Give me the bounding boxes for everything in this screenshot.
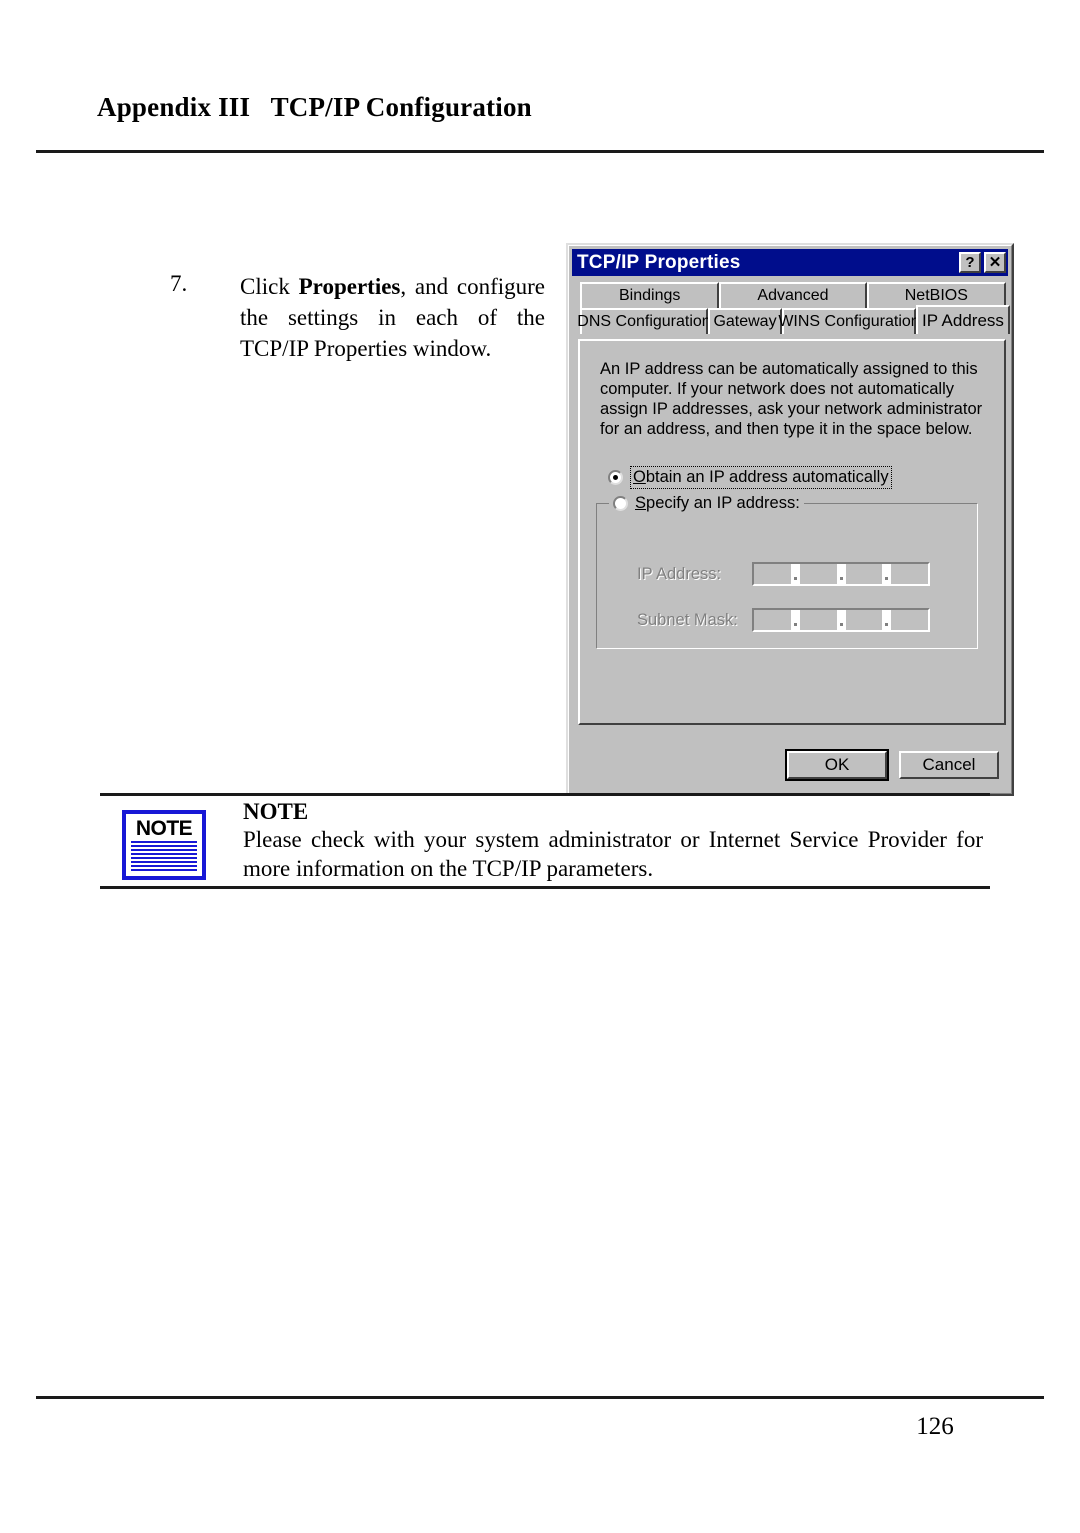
close-icon[interactable]: ✕ <box>984 252 1006 273</box>
mask-octet-3[interactable] <box>845 610 883 630</box>
tab-ip-address[interactable]: IP Address <box>916 305 1010 334</box>
note-icon: NOTE <box>122 810 206 880</box>
radio-label-obtain: Obtain an IP address automatically <box>630 466 892 489</box>
tab-advanced[interactable]: Advanced <box>719 282 867 308</box>
ip-address-field-row: IP Address: <box>637 562 930 586</box>
radio-obtain-ip-automatically[interactable]: Obtain an IP address automatically <box>608 466 892 489</box>
tab-bindings[interactable]: Bindings <box>580 282 720 308</box>
subnet-mask-input[interactable] <box>752 608 930 632</box>
radio-label-obtain-rest: btain an IP address automatically <box>645 468 889 486</box>
note-text: Please check with your system administra… <box>243 827 983 881</box>
help-icon[interactable]: ? <box>959 252 981 273</box>
ok-button[interactable]: OK <box>785 749 889 781</box>
ip-octet-3[interactable] <box>845 564 883 584</box>
dialog-inner-frame: TCP/IP Properties ? ✕ Bindings Advanced … <box>568 245 1012 794</box>
note-icon-label: NOTE <box>135 817 193 840</box>
note-divider-bottom <box>100 886 990 889</box>
ip-separator-icon <box>882 610 892 630</box>
ip-octet-1[interactable] <box>754 564 791 584</box>
radio-indicator-specify[interactable] <box>613 496 628 511</box>
ip-separator-icon <box>790 610 800 630</box>
ip-separator-icon <box>790 564 800 584</box>
radio-indicator-obtain[interactable] <box>608 470 623 485</box>
footer-divider <box>36 1396 1044 1399</box>
dialog-title: TCP/IP Properties <box>577 252 741 273</box>
step-number: 7. <box>170 271 188 296</box>
tab-row-2: DNS Configuration Gateway WINS Configura… <box>577 305 1010 334</box>
tab-wins-configuration[interactable]: WINS Configuration <box>778 308 920 334</box>
step-line1-suffix: , and configure <box>400 274 545 299</box>
tcpip-properties-dialog: TCP/IP Properties ? ✕ Bindings Advanced … <box>566 243 1014 796</box>
note-body: NOTE Please check with your system admin… <box>243 798 983 883</box>
step-line1-prefix: Click <box>240 274 299 299</box>
titlebar-buttons: ? ✕ <box>959 252 1006 273</box>
page-title: Appendix III TCP/IP Configuration <box>97 92 532 122</box>
subnet-mask-field-row: Subnet Mask: <box>637 608 930 632</box>
note-divider-top <box>100 793 990 796</box>
radio-label-obtain-mnemonic: O <box>633 468 646 486</box>
dialog-titlebar[interactable]: TCP/IP Properties ? ✕ <box>572 249 1008 276</box>
step-line2: the settings in each of the <box>240 305 545 330</box>
step-line1-bold: Properties <box>298 274 401 299</box>
tab-strip: Bindings Advanced NetBIOS DNS Configurat… <box>572 282 1010 336</box>
radio-label-specify-rest: pecify an IP address: <box>646 494 800 512</box>
ip-address-input[interactable] <box>752 562 930 586</box>
tab-gateway[interactable]: Gateway <box>708 308 782 334</box>
ip-separator-icon <box>836 564 846 584</box>
radio-label-specify-mnemonic: S <box>635 494 647 512</box>
specify-ip-groupbox: Specify an IP address: IP Address: Subne… <box>596 494 978 649</box>
ip-octet-4[interactable] <box>891 564 928 584</box>
page-number: 126 <box>916 1413 954 1440</box>
step-line3: TCP/IP Properties window. <box>240 336 492 361</box>
note-icon-lines <box>131 841 197 871</box>
mask-octet-4[interactable] <box>891 610 928 630</box>
dialog-buttons: OK Cancel <box>785 749 999 781</box>
note-heading: NOTE <box>243 799 309 824</box>
mask-octet-1[interactable] <box>754 610 791 630</box>
ip-octet-2[interactable] <box>799 564 837 584</box>
radio-label-specify: Specify an IP address: <box>635 494 800 513</box>
ip-address-label: IP Address: <box>637 564 722 583</box>
header-divider <box>36 150 1044 153</box>
mask-octet-2[interactable] <box>799 610 837 630</box>
radio-specify-ip-address[interactable]: Specify an IP address: <box>609 494 804 513</box>
panel-description: An IP address can be automatically assig… <box>600 360 983 438</box>
tab-dns-configuration[interactable]: DNS Configuration <box>577 308 711 334</box>
step-text: Click Properties, and configure the sett… <box>240 271 545 364</box>
page-header: Appendix III TCP/IP Configuration <box>97 92 983 123</box>
subnet-mask-label: Subnet Mask: <box>637 610 738 629</box>
cancel-button[interactable]: Cancel <box>899 751 999 779</box>
ip-address-tab-panel: An IP address can be automatically assig… <box>578 339 1006 725</box>
ip-separator-icon <box>882 564 892 584</box>
ip-separator-icon <box>836 610 846 630</box>
